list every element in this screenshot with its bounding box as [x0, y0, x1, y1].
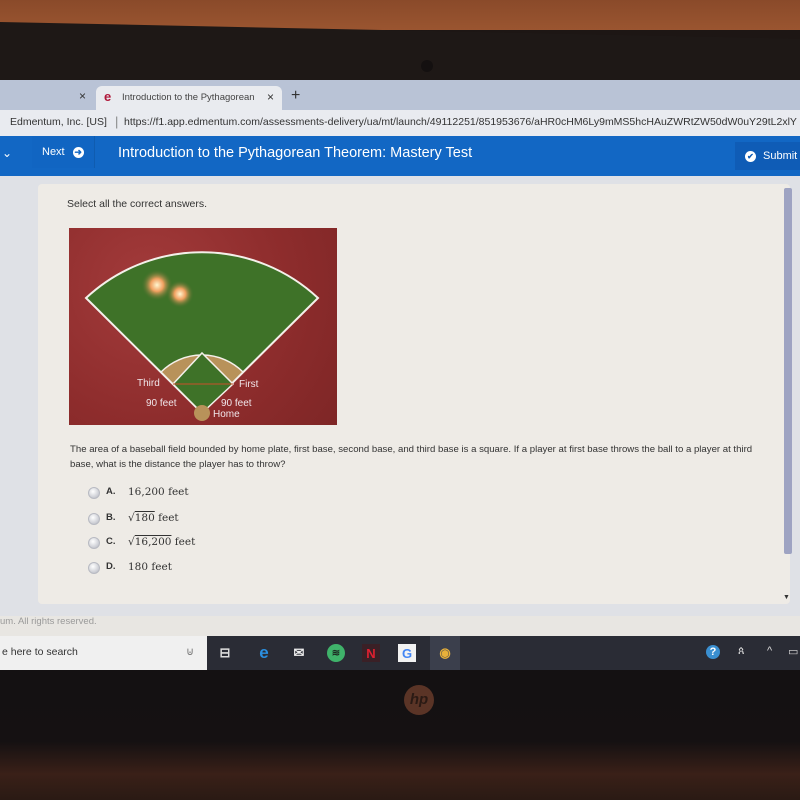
edmentum-favicon-icon: e: [104, 89, 112, 104]
label-left-side: 90 feet: [146, 398, 177, 409]
option-text: √16,200 feet: [128, 536, 196, 548]
radicand: 16,200: [134, 536, 172, 548]
copyright-text: um. All rights reserved.: [0, 616, 97, 627]
search-placeholder: e here to search: [2, 646, 78, 658]
baseball-field-figure: Third First 90 feet 90 feet Home: [69, 228, 337, 425]
taskbar-search-box[interactable]: e here to search ⊍: [0, 636, 207, 670]
site-identity[interactable]: Edmentum, Inc. [US]: [10, 116, 107, 128]
google-icon[interactable]: G: [398, 644, 416, 662]
question-prompt: The area of a baseball field bounded by …: [70, 444, 753, 470]
tab-title: Introduction to the Pythagorean: [122, 92, 255, 103]
option-unit: feet: [171, 536, 196, 548]
baseball-field-drawing: [84, 251, 320, 421]
browser-tab-bar: × e Introduction to the Pythagorean × +: [0, 80, 800, 110]
windows-taskbar: e here to search ⊍ ⊟ e ✉ ≋ N G ◉ ? ጰ ^ ▭: [0, 636, 800, 672]
answer-option-b[interactable]: B. √180 feet: [88, 512, 179, 525]
battery-icon[interactable]: ▭: [788, 645, 798, 658]
next-button[interactable]: Next ➜: [32, 136, 95, 168]
option-unit: feet: [154, 512, 179, 524]
chrome-icon[interactable]: ◉: [436, 644, 454, 662]
chevron-up-icon[interactable]: ^: [767, 645, 772, 657]
submit-test-button[interactable]: ✔ Submit T: [735, 142, 800, 170]
test-header-bar: ⌄ Next ➜ Introduction to the Pythagorean…: [0, 136, 800, 176]
close-tab-icon[interactable]: ×: [79, 89, 86, 103]
chevron-down-icon[interactable]: ⌄: [2, 146, 12, 160]
option-text: √180 feet: [128, 512, 179, 524]
label-right-side: 90 feet: [221, 398, 252, 409]
home-plate-dirt: [194, 405, 210, 421]
browser-tab-active[interactable]: e Introduction to the Pythagorean ×: [96, 86, 282, 110]
edge-icon[interactable]: e: [255, 643, 273, 662]
netflix-icon[interactable]: N: [362, 644, 380, 662]
close-tab-icon[interactable]: ×: [267, 90, 274, 104]
instruction-text: Select all the correct answers.: [67, 198, 208, 210]
arrow-right-circle-icon: ➜: [72, 146, 84, 158]
footer: um. All rights reserved.: [0, 616, 800, 636]
screen: × e Introduction to the Pythagorean × + …: [0, 80, 800, 672]
laptop-bezel-bottom: [0, 670, 800, 800]
option-letter: A.: [106, 486, 116, 497]
option-value: 180 feet: [128, 561, 172, 573]
option-letter: D.: [106, 561, 116, 572]
radicand: 180: [134, 512, 155, 524]
label-first: First: [239, 379, 259, 390]
mail-icon[interactable]: ✉: [290, 644, 308, 662]
answer-option-d[interactable]: D. 180 feet: [88, 561, 172, 574]
next-label: Next: [42, 146, 65, 158]
option-text: 16,200 feet: [128, 486, 189, 498]
page-title: Introduction to the Pythagorean Theorem:…: [118, 145, 473, 161]
address-bar[interactable]: Edmentum, Inc. [US] | https://f1.app.edm…: [0, 110, 800, 137]
task-view-icon[interactable]: ⊟: [216, 644, 234, 662]
new-tab-button[interactable]: +: [291, 87, 300, 105]
glare-2: [166, 280, 194, 308]
answer-option-a[interactable]: A. 16,200 feet: [88, 486, 189, 499]
separator: |: [115, 114, 119, 129]
option-text: 180 feet: [128, 561, 172, 573]
radio-button[interactable]: [88, 513, 100, 525]
hp-logo: hp: [404, 685, 434, 715]
url-text[interactable]: https://f1.app.edmentum.com/assessments-…: [124, 116, 797, 128]
people-icon[interactable]: ጰ: [738, 645, 745, 658]
option-value: 16,200 feet: [128, 486, 189, 498]
spotify-icon[interactable]: ≋: [327, 644, 345, 662]
label-home: Home: [213, 409, 240, 420]
radio-button[interactable]: [88, 537, 100, 549]
scroll-down-icon[interactable]: ▼: [783, 594, 790, 601]
check-circle-icon: ✔: [745, 150, 756, 162]
scrollbar[interactable]: [784, 188, 792, 554]
submit-label: Submit T: [763, 150, 800, 162]
answer-option-c[interactable]: C. √16,200 feet: [88, 536, 195, 549]
microphone-icon[interactable]: ⊍: [186, 645, 194, 658]
webcam: [421, 60, 433, 72]
radio-button[interactable]: [88, 562, 100, 574]
option-letter: B.: [106, 512, 116, 523]
help-icon[interactable]: ?: [706, 645, 720, 659]
browser-tab[interactable]: ×: [0, 86, 92, 110]
radio-button[interactable]: [88, 487, 100, 499]
option-letter: C.: [106, 536, 116, 547]
label-third: Third: [137, 378, 160, 389]
